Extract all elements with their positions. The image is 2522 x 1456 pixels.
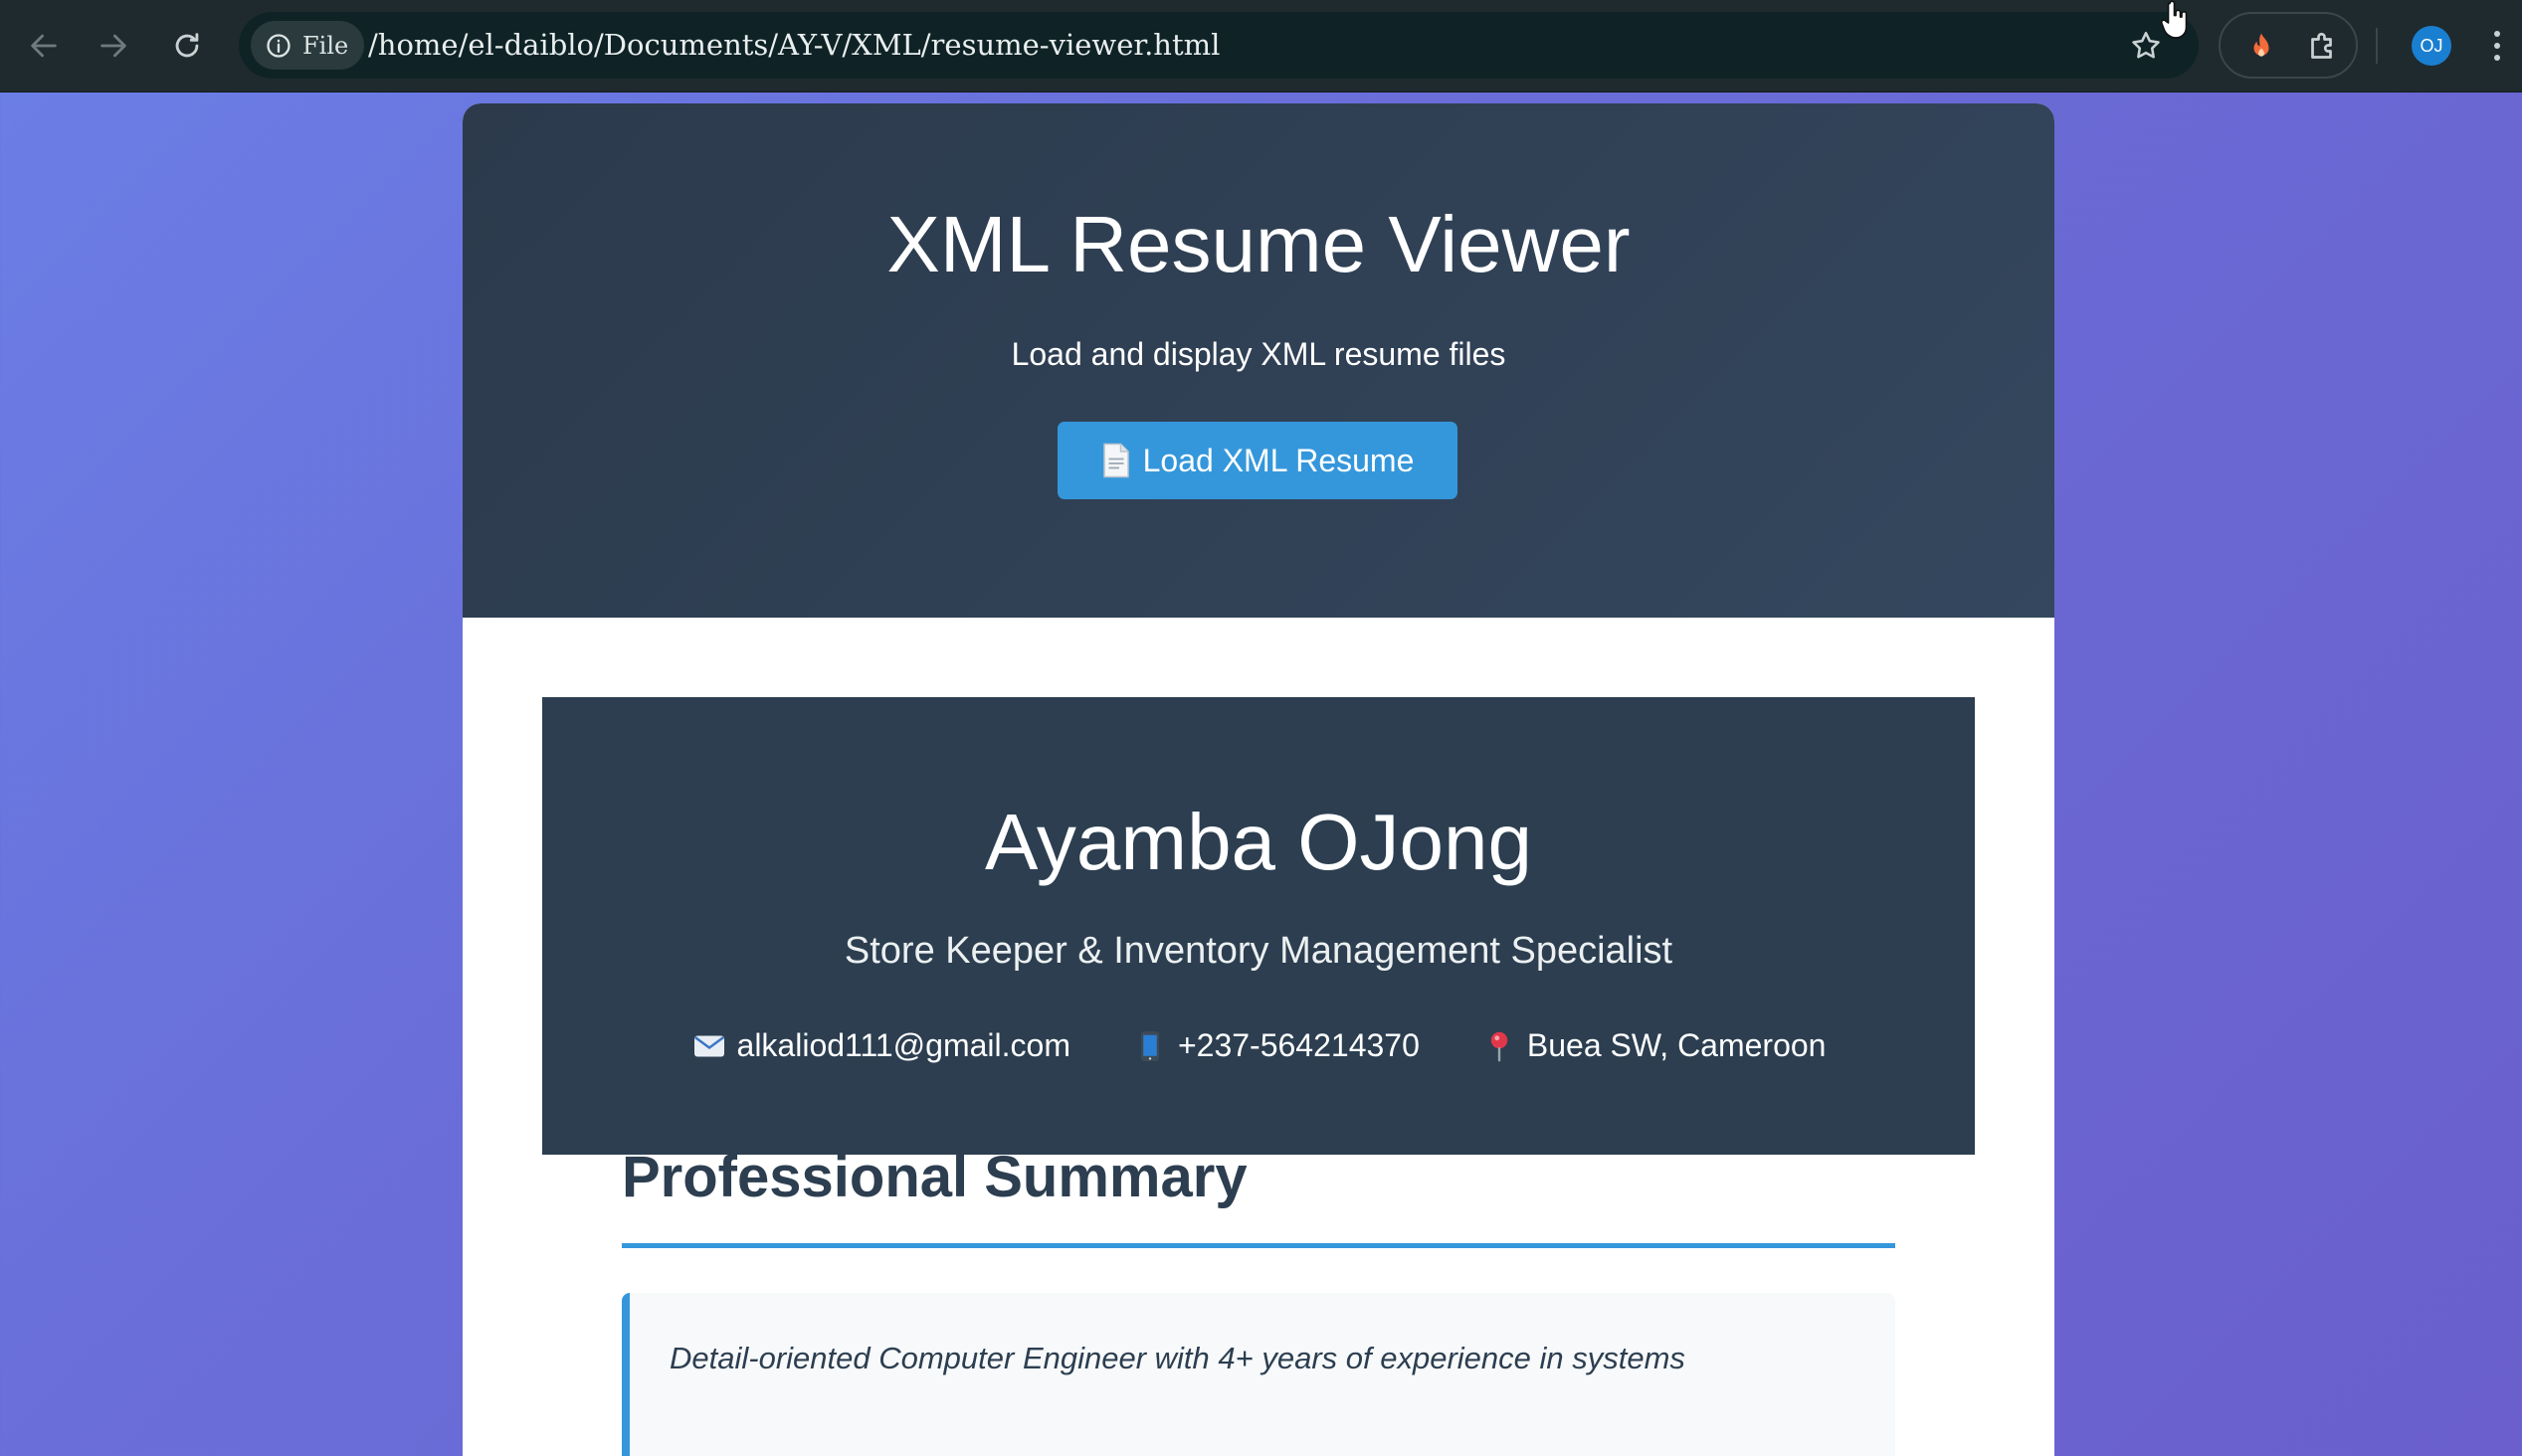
summary-box: Detail-oriented Computer Engineer with 4… xyxy=(622,1293,1895,1456)
address-bar[interactable]: File /home/el-daiblo/Documents/AY-V/XML/… xyxy=(239,12,2199,79)
forward-arrow-icon xyxy=(100,34,126,58)
location-pin-icon xyxy=(1490,1031,1508,1061)
profile-avatar[interactable]: OJ xyxy=(2412,26,2451,66)
browser-menu-button[interactable] xyxy=(2487,26,2507,66)
star-icon xyxy=(2132,31,2160,59)
flame-icon xyxy=(2253,33,2269,57)
menu-dot-icon xyxy=(2494,43,2500,49)
contact-phone: +237-564214370 xyxy=(1132,1027,1420,1064)
contact-info: alkaliod111@gmail.com +237-564214370 Bue… xyxy=(542,1027,1975,1064)
hero-section: XML Resume Viewer Load and display XML r… xyxy=(463,103,2054,618)
reload-icon xyxy=(175,33,199,58)
summary-heading: Professional Summary xyxy=(622,1145,1248,1209)
resume-card: XML Resume Viewer Load and display XML r… xyxy=(463,103,2054,1456)
page-subtitle: Load and display XML resume files xyxy=(1011,336,1506,372)
extensions-menu-button[interactable] xyxy=(2300,24,2346,70)
hand-cursor-icon xyxy=(2161,0,2188,39)
email-icon xyxy=(693,1035,724,1056)
back-arrow-icon xyxy=(31,34,57,58)
info-icon xyxy=(267,33,291,58)
url-text[interactable]: /home/el-daiblo/Documents/AY-V/XML/resum… xyxy=(368,12,1220,79)
browser-toolbar: File /home/el-daiblo/Documents/AY-V/XML/… xyxy=(0,0,2522,92)
email-text: alkaliod111@gmail.com xyxy=(736,1027,1070,1063)
phone-text: +237-564214370 xyxy=(1177,1027,1420,1063)
document-icon xyxy=(1102,443,1129,478)
candidate-name: Ayamba OJong xyxy=(985,798,1532,886)
extension-button[interactable] xyxy=(2240,26,2282,68)
toolbar-separator xyxy=(2376,28,2378,64)
menu-dot-icon xyxy=(2494,31,2500,37)
load-xml-button-label: Load XML Resume xyxy=(1142,442,1415,478)
page-title: XML Resume Viewer xyxy=(886,200,1631,288)
location-text: Buea SW, Cameroon xyxy=(1526,1027,1827,1063)
load-xml-button[interactable]: Load XML Resume xyxy=(1058,422,1457,499)
file-chip-label: File xyxy=(302,31,349,60)
contact-email: alkaliod111@gmail.com xyxy=(691,1027,1070,1064)
summary-divider xyxy=(622,1243,1895,1248)
phone-icon xyxy=(1140,1030,1159,1061)
back-button[interactable] xyxy=(16,18,72,74)
menu-dot-icon xyxy=(2494,55,2500,61)
extensions-group xyxy=(2219,12,2358,79)
summary-text: Detail-oriented Computer Engineer with 4… xyxy=(670,1341,1685,1375)
contact-location: Buea SW, Cameroon xyxy=(1481,1027,1827,1064)
reload-button[interactable] xyxy=(159,18,215,74)
puzzle-icon xyxy=(2311,32,2332,59)
forward-button[interactable] xyxy=(86,18,141,74)
resume-header: Ayamba OJong Store Keeper & Inventory Ma… xyxy=(542,697,1975,1155)
candidate-role: Store Keeper & Inventory Management Spec… xyxy=(844,930,1673,972)
